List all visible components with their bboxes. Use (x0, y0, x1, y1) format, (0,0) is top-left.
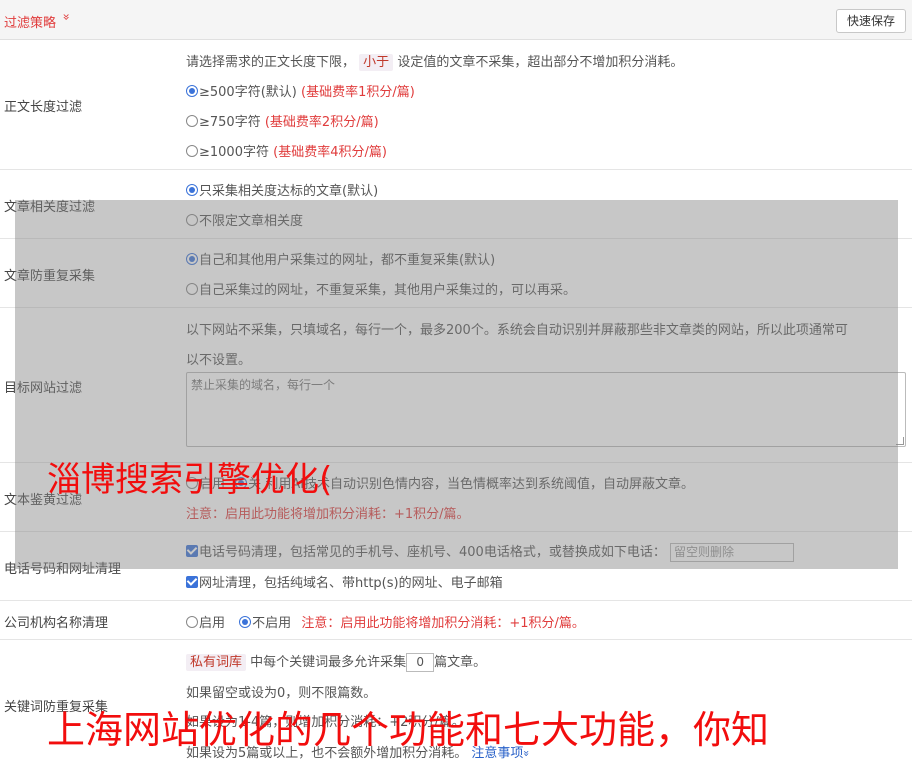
radio-icon[interactable] (186, 616, 198, 628)
option-note: (基础费率4积分/篇) (273, 145, 387, 160)
length-filter-row: 正文长度过滤 请选择需求的正文长度下限， 小于 设定值的文章不采集，超出部分不增… (0, 40, 912, 170)
line1-text: 中每个关键词最多允许采集 (250, 655, 407, 670)
radio-icon[interactable] (186, 115, 198, 127)
org-cleanup-label: 公司机构名称清理 (4, 616, 109, 631)
watermark-text-bottom: 上海网站优化的几个功能和七大功能，你知 (47, 708, 770, 752)
option-label: 网址清理，包括纯域名、带http(s)的网址、电子邮箱 (199, 576, 503, 591)
private-lexicon-tag[interactable]: 私有词库 (186, 654, 247, 671)
org-cleanup-note: 注意：启用此功能将增加积分消耗：+1积分/篇。 (301, 616, 585, 631)
line1-end: 篇文章。 (434, 655, 487, 670)
length-filter-label: 正文长度过滤 (4, 100, 83, 115)
radio-checked-icon[interactable] (186, 85, 198, 97)
option-enable[interactable]: 启用 (199, 616, 225, 631)
length-option-500[interactable]: ≥500字符(默认) (基础费率1积分/篇) (186, 81, 415, 100)
option-note: (基础费率2积分/篇) (264, 115, 379, 130)
less-than-tag: 小于 (359, 54, 394, 71)
length-option-750[interactable]: ≥750字符 (基础费率2积分/篇) (186, 111, 379, 130)
max-articles-input[interactable]: 0 (406, 653, 435, 672)
length-option-1000[interactable]: ≥1000字符 (基础费率4积分/篇) (186, 141, 387, 160)
length-filter-desc: 请选择需求的正文长度下限， 小于 设定值的文章不采集，超出部分不增加积分消耗。 (186, 51, 684, 71)
url-cleanup-option[interactable]: 网址清理，包括纯域名、带http(s)的网址、电子邮箱 (186, 572, 503, 591)
org-cleanup-options: 启用 不启用 注意：启用此功能将增加积分消耗：+1积分/篇。 (186, 612, 585, 631)
radio-checked-icon[interactable] (186, 184, 198, 196)
option-note: (基础费率1积分/篇) (301, 85, 415, 100)
option-label: ≥750字符 (199, 115, 261, 130)
desc-prefix: 请选择需求的正文长度下限， (186, 55, 356, 70)
option-label: 只采集相关度达标的文章(默认) (199, 184, 379, 199)
desc-suffix: 设定值的文章不采集，超出部分不增加积分消耗。 (397, 55, 684, 70)
radio-icon[interactable] (186, 145, 198, 157)
option-label: ≥500字符(默认) (199, 85, 297, 100)
filter-strategy-header: 过滤策略 » 快速保存 (0, 0, 912, 40)
section-title[interactable]: 过滤策略 (4, 12, 56, 31)
chevron-down-icon[interactable]: » (60, 13, 74, 20)
option-disable[interactable]: 不启用 (252, 616, 291, 631)
watermark-text-top: 淄博搜索引擎优化( (47, 460, 333, 500)
option-label: ≥1000字符 (199, 145, 269, 160)
keyword-dedup-line-1: 私有词库 中每个关键词最多允许采集 0 篇文章。 (186, 651, 486, 672)
relevance-option-qualified[interactable]: 只采集相关度达标的文章(默认) (186, 180, 378, 199)
gray-overlay (15, 200, 898, 569)
radio-checked-icon[interactable] (239, 616, 252, 628)
org-cleanup-row: 公司机构名称清理 启用 不启用 注意：启用此功能将增加积分消耗：+1积分/篇。 (0, 601, 912, 640)
checkbox-checked-icon[interactable] (186, 576, 198, 588)
quick-save-button[interactable]: 快速保存 (836, 9, 906, 33)
